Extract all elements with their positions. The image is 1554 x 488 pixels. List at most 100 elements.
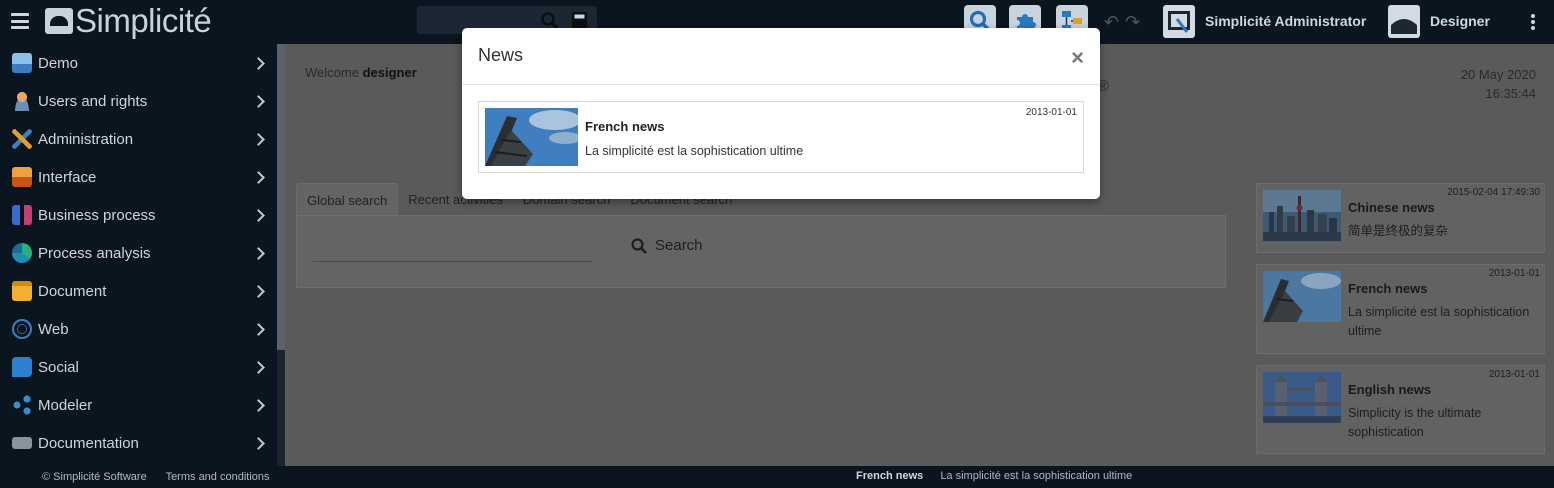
- image-icon: [12, 167, 32, 187]
- dialog-header: News ×: [462, 28, 1100, 85]
- chevron-right-icon: [252, 398, 265, 412]
- sidebar-item-label: Process analysis: [38, 244, 151, 262]
- terms-link[interactable]: Terms and conditions: [166, 471, 270, 483]
- sidebar-item-label: Document: [38, 282, 107, 300]
- datetime: 20 May 2020 16:35:44: [1461, 65, 1536, 103]
- news-title: French news: [585, 119, 665, 134]
- chevron-right-icon: [252, 208, 265, 222]
- user-menu[interactable]: Simplicité Administrator: [1163, 4, 1366, 38]
- sidebar-item-users-and-rights[interactable]: Users and rights: [0, 82, 277, 120]
- sidebar-item-label: Users and rights: [38, 92, 148, 110]
- sidebar-scrollbar[interactable]: [277, 44, 285, 466]
- more-vertical-icon[interactable]: [1530, 14, 1536, 30]
- brand-logo[interactable]: Simplicité: [45, 1, 212, 41]
- sidebar-item-administration[interactable]: Administration: [0, 120, 277, 158]
- footer-bar: © Simplicité Software Terms and conditio…: [0, 466, 1554, 488]
- sidebar-item-label: Social: [38, 358, 79, 376]
- news-body: La simplicité est la sophistication ulti…: [585, 144, 804, 158]
- demo-icon: [12, 53, 32, 73]
- redo-icon[interactable]: ↷: [1125, 12, 1146, 32]
- sidebar-item-interface[interactable]: Interface: [0, 158, 277, 196]
- welcome-text: Welcome designer: [305, 65, 417, 80]
- news-thumbnail: [1263, 271, 1341, 322]
- welcome-user: designer: [362, 65, 417, 80]
- mode-name: Designer: [1430, 13, 1490, 29]
- sidebar-item-demo[interactable]: Demo: [0, 44, 277, 82]
- search-panel: Search: [296, 215, 1226, 288]
- news-dialog: News × 2013-01-01 French news La simplic…: [462, 28, 1100, 199]
- sidebar-item-modeler[interactable]: Modeler: [0, 386, 277, 424]
- search-button-label: Search: [655, 237, 703, 254]
- news-body: 简单是终极的复杂: [1348, 224, 1449, 238]
- admin-avatar-icon: [1163, 4, 1195, 38]
- sidebar-item-process-analysis[interactable]: Process analysis: [0, 234, 277, 272]
- ticker-title: French news: [856, 470, 924, 482]
- search-button[interactable]: Search: [631, 237, 703, 254]
- chevron-right-icon: [252, 436, 265, 450]
- news-thumbnail: [1263, 372, 1341, 423]
- close-icon[interactable]: ×: [1071, 47, 1084, 69]
- news-card[interactable]: 2015-02-04 17:49:30 Chinese news 简单是终极的复…: [1256, 183, 1545, 253]
- markdown-icon: [12, 437, 32, 449]
- dialog-title: News: [478, 45, 524, 65]
- sidebar-item-label: Administration: [38, 130, 134, 148]
- undo-icon[interactable]: ↶: [1104, 12, 1125, 32]
- news-body: Simplicity is the ultimate sophisticatio…: [1348, 406, 1482, 439]
- news-card[interactable]: 2013-01-01 French news La simplicité est…: [1256, 264, 1545, 354]
- process-icon: [12, 205, 32, 225]
- globe-icon: [12, 319, 32, 339]
- sidebar-item-business-process[interactable]: Business process: [0, 196, 277, 234]
- scrollbar-thumb[interactable]: [277, 44, 285, 350]
- ticker-body: La simplicité est la sophistication ulti…: [940, 470, 1133, 482]
- copyright-text: © Simplicité Software: [42, 471, 147, 483]
- modeler-icon: [12, 395, 32, 415]
- menu-toggle-icon[interactable]: [11, 13, 29, 29]
- news-date: 2013-01-01: [1025, 107, 1077, 118]
- sidebar-item-documentation[interactable]: Documentation: [0, 424, 277, 462]
- welcome-prefix: Welcome: [305, 65, 359, 80]
- chevron-right-icon: [252, 360, 265, 374]
- current-date: 20 May 2020: [1460, 67, 1536, 82]
- sidebar-item-web[interactable]: Web: [0, 310, 277, 348]
- news-thumbnail: [485, 108, 578, 166]
- chevron-right-icon: [252, 246, 265, 260]
- current-time: 16:35:44: [1485, 86, 1536, 101]
- sidebar: Demo Users and rights Administration Int…: [0, 44, 277, 466]
- chevron-right-icon: [252, 170, 265, 184]
- chart-pie-icon: [12, 243, 32, 263]
- news-card[interactable]: 2013-01-01 English news Simplicity is th…: [1256, 365, 1545, 454]
- sidebar-item-label: Business process: [38, 206, 156, 224]
- news-date: 2015-02-04 17:49:30: [1447, 187, 1540, 198]
- search-query-input[interactable]: [313, 261, 593, 262]
- sidebar-item-social[interactable]: Social: [0, 348, 277, 386]
- sidebar-item-label: Interface: [38, 168, 97, 186]
- news-thumbnail: [1263, 190, 1341, 241]
- news-date: 2013-01-01: [1488, 268, 1540, 279]
- sidebar-item-label: Demo: [38, 54, 79, 72]
- brand-name: Simplicité: [75, 2, 212, 39]
- news-date: 2013-01-01: [1488, 369, 1540, 380]
- designer-avatar-icon: [1388, 4, 1420, 38]
- news-title: English news: [1348, 382, 1432, 397]
- sidebar-item-document[interactable]: Document: [0, 272, 277, 310]
- sidebar-item-label: Modeler: [38, 396, 93, 414]
- footer-links: © Simplicité Software Terms and conditio…: [42, 471, 286, 483]
- tab-global-search[interactable]: Global search: [296, 183, 399, 216]
- sidebar-item-label: Documentation: [38, 434, 139, 452]
- undo-redo-group[interactable]: ↶↷: [1104, 12, 1146, 33]
- sidebar-item-label: Web: [38, 320, 69, 338]
- chevron-right-icon: [252, 94, 265, 108]
- dialog-news-item[interactable]: 2013-01-01 French news La simplicité est…: [478, 101, 1084, 173]
- mode-menu[interactable]: Designer: [1388, 4, 1490, 38]
- chevron-right-icon: [252, 132, 265, 146]
- user-icon: [12, 91, 32, 111]
- search-icon: [631, 237, 647, 254]
- news-ticker[interactable]: French news La simplicité est la sophist…: [856, 470, 1132, 482]
- tools-icon: [12, 129, 32, 149]
- chevron-right-icon: [252, 322, 265, 336]
- news-body: La simplicité est la sophistication ulti…: [1348, 305, 1530, 338]
- chevron-right-icon: [252, 56, 265, 70]
- logo-icon: [45, 8, 73, 34]
- chat-icon: [12, 357, 32, 377]
- folder-icon: [12, 281, 32, 301]
